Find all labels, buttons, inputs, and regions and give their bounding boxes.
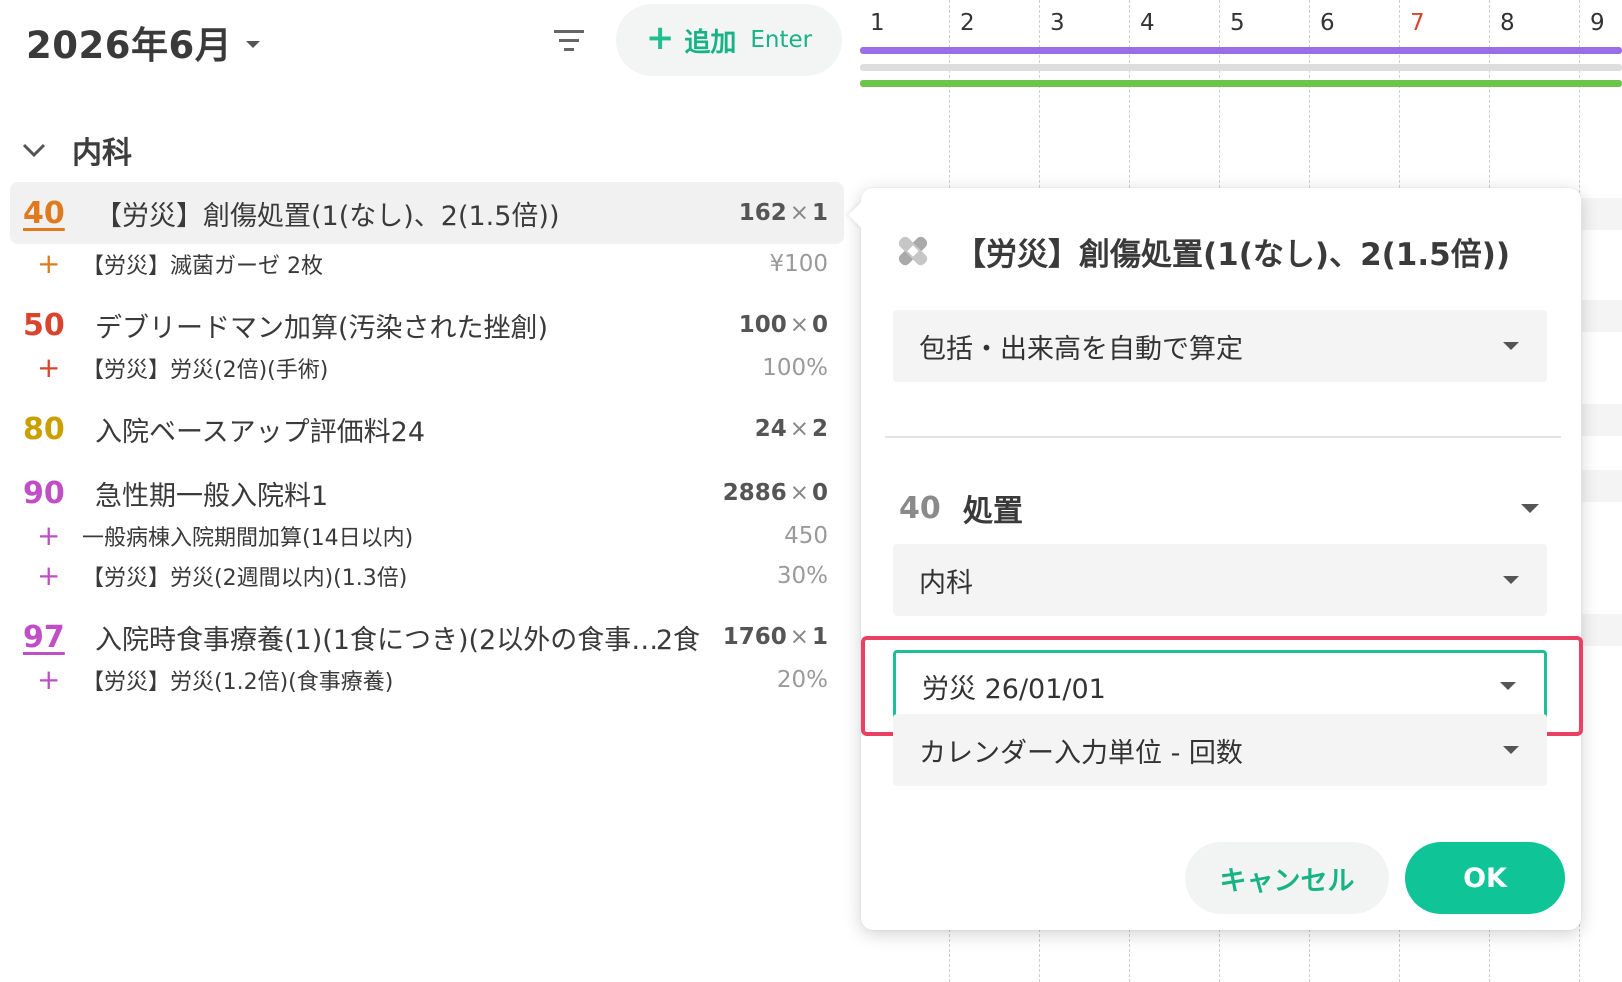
period-bar-gray[interactable] <box>860 64 1622 71</box>
row-band <box>1582 198 1622 230</box>
popover-header: 【労災】創傷処置(1(なし)、2(1.5倍)) <box>895 226 1510 276</box>
ok-button[interactable]: OK <box>1405 842 1565 914</box>
chevron-down-icon <box>22 143 46 158</box>
order-unit: 2食 <box>655 624 700 656</box>
day-label-holiday[interactable]: 7 <box>1410 10 1425 36</box>
order-code[interactable]: 40 <box>10 196 95 231</box>
sub-item-name: 【労災】滅菌ガーゼ 2枚 <box>82 254 323 279</box>
sub-item-name: 【労災】労災(1.2倍)(食事療養) <box>82 670 394 695</box>
plus-icon: + <box>37 663 61 696</box>
order-code[interactable]: 97 <box>10 620 95 655</box>
day-label[interactable]: 9 <box>1590 10 1605 36</box>
order-quantity: 2886 × 0 <box>722 480 828 506</box>
cancel-button[interactable]: キャンセル <box>1185 842 1389 914</box>
chevron-down-icon <box>246 40 261 48</box>
order-sub-row[interactable]: + 【労災】滅菌ガーゼ 2枚 ¥100 <box>10 244 844 284</box>
month-label: 2026年6月 <box>26 24 233 67</box>
caret-down-icon <box>1521 503 1539 513</box>
sub-item-value: 20% <box>776 667 828 693</box>
period-bar-green[interactable] <box>860 80 1622 87</box>
unit-mode-value: カレンダー入力単位 - 回数 <box>919 737 1243 769</box>
order-quantity: 100 × 0 <box>738 312 828 338</box>
add-shortcut-hint: Enter <box>750 27 813 53</box>
order-name: 急性期一般入院料1 <box>95 480 329 512</box>
order-edit-popover: 【労災】創傷処置(1(なし)、2(1.5倍)) 包括・出来高を自動で算定 40 … <box>848 188 1583 930</box>
divider <box>885 436 1561 438</box>
order-row[interactable]: 80 入院ベースアップ評価料24 24 × 2 <box>10 398 844 460</box>
order-row[interactable]: 90 急性期一般入院料1 2886 × 0 <box>10 462 844 524</box>
order-sub-row[interactable]: + 一般病棟入院期間加算(14日以内) 450 <box>10 516 844 556</box>
insurance-select[interactable]: 労災 26/01/01 <box>893 650 1547 722</box>
calc-mode-select[interactable]: 包括・出来高を自動で算定 <box>893 310 1547 382</box>
bandage-icon <box>898 236 928 266</box>
sub-item-value: 30% <box>776 563 828 589</box>
category-code: 40 <box>899 490 941 526</box>
sub-item-value: ¥100 <box>769 251 828 277</box>
category-name: 処置 <box>963 494 1023 529</box>
day-label[interactable]: 1 <box>870 10 885 36</box>
order-code: 50 <box>23 307 65 343</box>
sub-item-name: 【労災】労災(2週間以内)(1.3倍) <box>82 566 408 591</box>
popover-arrow <box>848 202 874 228</box>
department-value: 内科 <box>919 567 973 599</box>
order-name: デブリードマン加算(汚染された挫創) <box>95 312 549 344</box>
order-quantity: 162 × 1 <box>738 200 828 226</box>
order-row[interactable]: 97 入院時食事療養(1)(1食につき)(2以外の食事… 2食 1760 × 1 <box>10 606 844 668</box>
filter-button[interactable] <box>552 26 586 56</box>
section-toggle[interactable]: 内科 <box>22 128 132 172</box>
plus-icon: + <box>37 519 61 552</box>
sub-item-name: 一般病棟入院期間加算(14日以内) <box>82 526 414 551</box>
department-select[interactable]: 内科 <box>893 544 1547 616</box>
day-label[interactable]: 4 <box>1140 10 1155 36</box>
row-band <box>1582 404 1622 436</box>
order-row[interactable]: 40 【労災】創傷処置(1(なし)、2(1.5倍)) 162 × 1 <box>10 182 844 244</box>
sub-item-value: 450 <box>784 523 828 549</box>
month-selector[interactable]: 2026年6月 <box>26 14 261 70</box>
day-label[interactable]: 8 <box>1500 10 1515 36</box>
popover-title: 【労災】創傷処置(1(なし)、2(1.5倍)) <box>955 236 1511 273</box>
row-band <box>1582 300 1622 332</box>
order-sub-row[interactable]: + 【労災】労災(2倍)(手術) 100% <box>10 348 844 388</box>
order-row[interactable]: 50 デブリードマン加算(汚染された挫創) 100 × 0 <box>10 294 844 356</box>
order-name: 【労災】創傷処置(1(なし)、2(1.5倍)) <box>95 200 560 232</box>
caret-down-icon <box>1503 342 1519 350</box>
sub-item-name: 【労災】労災(2倍)(手術) <box>82 358 329 383</box>
insurance-value: 労災 26/01/01 <box>922 673 1106 705</box>
day-label[interactable]: 3 <box>1050 10 1065 36</box>
filter-icon <box>554 30 584 51</box>
caret-down-icon <box>1503 576 1519 584</box>
unit-mode-select[interactable]: カレンダー入力単位 - 回数 <box>893 714 1547 786</box>
order-code: 90 <box>23 475 65 511</box>
row-band <box>1582 614 1622 646</box>
sub-item-value: 100% <box>762 355 828 381</box>
add-button[interactable]: + 追加 Enter <box>616 4 842 76</box>
plus-icon: + <box>37 247 61 280</box>
order-name: 入院ベースアップ評価料24 <box>95 416 426 448</box>
order-sub-row[interactable]: + 【労災】労災(2週間以内)(1.3倍) 30% <box>10 556 844 596</box>
calc-mode-value: 包括・出来高を自動で算定 <box>919 333 1243 365</box>
row-band <box>1582 470 1622 502</box>
day-label[interactable]: 5 <box>1230 10 1245 36</box>
caret-down-icon <box>1500 682 1516 690</box>
order-quantity: 24 × 2 <box>754 416 828 442</box>
order-name: 入院時食事療養(1)(1食につき)(2以外の食事… <box>95 624 656 656</box>
order-quantity: 1760 × 1 <box>722 624 828 650</box>
category-select[interactable]: 40 処置 <box>899 484 1539 532</box>
plus-icon: + <box>645 18 675 58</box>
plus-icon: + <box>37 559 61 592</box>
period-bar-purple[interactable] <box>860 47 1622 54</box>
add-button-label: 追加 <box>684 27 737 58</box>
order-sub-row[interactable]: + 【労災】労災(1.2倍)(食事療養) 20% <box>10 660 844 700</box>
day-label[interactable]: 6 <box>1320 10 1335 36</box>
day-label[interactable]: 2 <box>960 10 975 36</box>
section-title: 内科 <box>72 136 132 171</box>
order-code: 80 <box>23 411 65 447</box>
plus-icon: + <box>37 351 61 384</box>
caret-down-icon <box>1503 746 1519 754</box>
